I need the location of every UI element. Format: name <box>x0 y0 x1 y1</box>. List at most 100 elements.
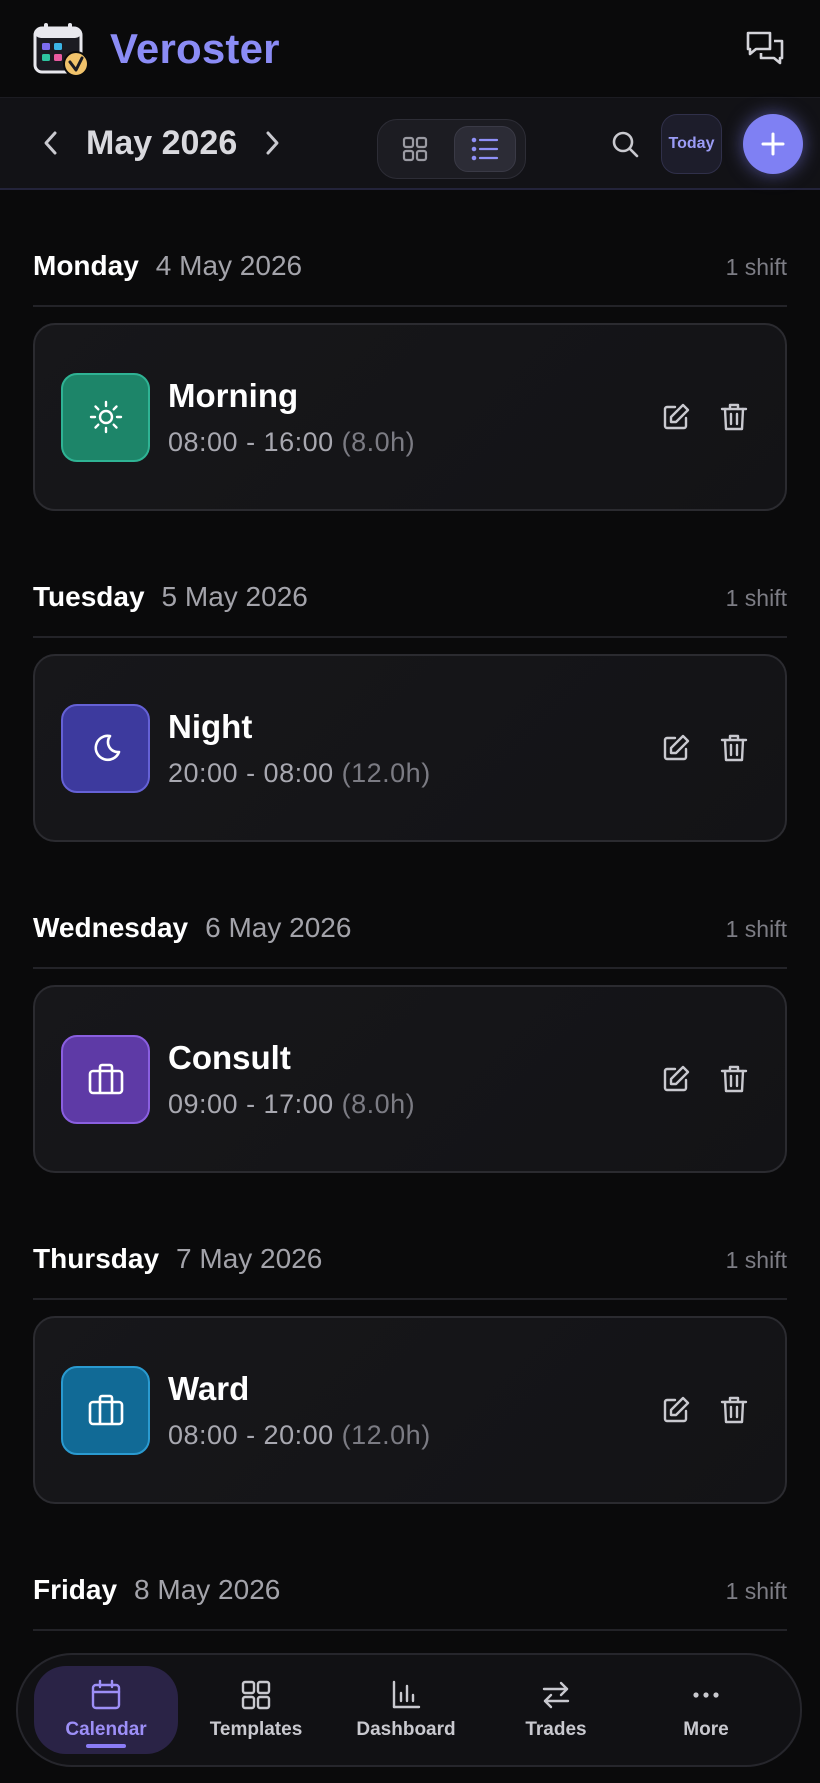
nav-calendar[interactable]: Calendar <box>34 1666 178 1754</box>
shift-name: Night <box>168 707 253 745</box>
shift-type-badge <box>61 1034 150 1124</box>
shift-card[interactable]: Consult 09:00 - 17:00 (8.0h) <box>33 985 787 1173</box>
edit-icon <box>663 1396 690 1423</box>
shift-time: 08:00 - 20:00 <box>168 1419 334 1450</box>
day-date: 5 May 2026 <box>161 581 308 612</box>
more-icon <box>693 1692 719 1698</box>
messages-button[interactable] <box>742 26 788 72</box>
shift-card[interactable]: Morning 08:00 - 16:00 (8.0h) <box>33 323 787 511</box>
day-date: 6 May 2026 <box>205 912 352 943</box>
list-icon <box>471 137 499 161</box>
shift-count: 1 shift <box>725 1247 787 1273</box>
trash-icon <box>720 1396 748 1424</box>
nav-label: More <box>683 1719 729 1740</box>
day-section: Monday 4 May 2026 1 shift Morning 08:00 … <box>33 190 787 521</box>
shift-time: 08:00 - 16:00 <box>168 426 334 457</box>
day-date: 4 May 2026 <box>155 250 303 281</box>
shift-name: Morning <box>168 376 299 414</box>
day-date: 7 May 2026 <box>176 1243 323 1274</box>
edit-shift-button[interactable] <box>659 731 693 765</box>
card-actions <box>659 1062 751 1096</box>
day-weekday: Thursday <box>33 1243 160 1274</box>
day-header: Tuesday 5 May 2026 1 shift <box>33 581 787 613</box>
shift-time-range: 20:00 - 08:00 (12.0h) <box>168 758 431 789</box>
swap-icon <box>542 1681 570 1709</box>
day-date: 8 May 2026 <box>134 1574 281 1605</box>
nav-label: Templates <box>209 1719 303 1740</box>
day-weekday: Friday <box>33 1574 118 1605</box>
delete-shift-button[interactable] <box>717 1062 751 1096</box>
chevron-right-icon <box>266 131 279 155</box>
shift-time-range: 08:00 - 20:00 (12.0h) <box>168 1420 431 1451</box>
divider <box>33 305 787 307</box>
next-month-button[interactable] <box>257 123 287 163</box>
shift-type-badge <box>61 1365 150 1455</box>
shift-count: 1 shift <box>725 1578 787 1604</box>
edit-shift-button[interactable] <box>659 1062 693 1096</box>
app-header: Veroster <box>0 0 820 98</box>
app-root: Veroster May 2026 Today Monday 4 May 202… <box>0 0 820 1783</box>
shift-info: Morning 08:00 - 16:00 (8.0h) <box>168 377 415 458</box>
nav-templates[interactable]: Templates <box>184 1666 328 1754</box>
delete-shift-button[interactable] <box>717 731 751 765</box>
active-indicator <box>86 1744 126 1748</box>
day-header: Wednesday 6 May 2026 1 shift <box>33 912 787 944</box>
card-actions <box>659 731 751 765</box>
divider <box>33 636 787 638</box>
grid-view-button[interactable] <box>384 126 446 172</box>
briefcase-icon <box>88 1063 123 1095</box>
edit-shift-button[interactable] <box>659 1393 693 1427</box>
edit-icon <box>663 1065 690 1092</box>
nav-dashboard[interactable]: Dashboard <box>334 1666 478 1754</box>
moon-icon <box>94 734 120 762</box>
trash-icon <box>720 1065 748 1093</box>
shift-card[interactable]: Ward 08:00 - 20:00 (12.0h) <box>33 1316 787 1504</box>
divider <box>33 1298 787 1300</box>
delete-shift-button[interactable] <box>717 400 751 434</box>
list-view-button[interactable] <box>454 126 516 172</box>
shift-time: 20:00 - 08:00 <box>168 757 334 788</box>
app-logo-icon <box>33 22 89 77</box>
chat-icon <box>746 31 784 64</box>
shift-list: Monday 4 May 2026 1 shift Morning 08:00 … <box>0 190 820 1783</box>
shift-count: 1 shift <box>725 916 787 942</box>
edit-icon <box>663 403 690 430</box>
shift-count: 1 shift <box>725 585 787 611</box>
nav-trades[interactable]: Trades <box>484 1666 628 1754</box>
card-actions <box>659 1393 751 1427</box>
nav-label: Calendar <box>65 1719 147 1740</box>
previous-month-button[interactable] <box>36 123 66 163</box>
day-weekday: Monday <box>33 250 139 281</box>
shift-type-badge <box>61 372 150 462</box>
delete-shift-button[interactable] <box>717 1393 751 1427</box>
shift-name: Ward <box>168 1369 250 1407</box>
chevron-left-icon <box>44 131 57 155</box>
day-weekday: Tuesday <box>33 581 145 612</box>
shift-info: Consult 09:00 - 17:00 (8.0h) <box>168 1039 415 1120</box>
edit-shift-button[interactable] <box>659 400 693 434</box>
day-header: Thursday 7 May 2026 1 shift <box>33 1243 787 1275</box>
divider <box>33 1629 787 1631</box>
add-shift-button[interactable] <box>743 114 803 174</box>
shift-info: Night 20:00 - 08:00 (12.0h) <box>168 708 431 789</box>
day-weekday: Wednesday <box>33 912 189 943</box>
calendar-icon <box>91 1679 121 1710</box>
divider <box>33 967 787 969</box>
search-button[interactable] <box>607 126 643 162</box>
shift-duration: (12.0h) <box>341 1419 431 1450</box>
search-icon <box>612 131 639 158</box>
today-button[interactable]: Today <box>661 114 722 174</box>
current-month-label[interactable]: May 2026 <box>86 124 237 163</box>
day-section: Thursday 7 May 2026 1 shift Ward 08:00 -… <box>33 1183 787 1514</box>
grid-icon <box>402 136 428 162</box>
bottom-navigation: Calendar Templates Dashboard Trades More <box>16 1653 802 1767</box>
shift-info: Ward 08:00 - 20:00 (12.0h) <box>168 1370 431 1451</box>
shift-count: 1 shift <box>725 254 787 280</box>
edit-icon <box>663 734 690 761</box>
plus-icon <box>761 132 785 156</box>
nav-more[interactable]: More <box>634 1666 778 1754</box>
shift-card[interactable]: Night 20:00 - 08:00 (12.0h) <box>33 654 787 842</box>
day-header: Friday 8 May 2026 1 shift <box>33 1574 787 1606</box>
trash-icon <box>720 734 748 762</box>
view-toggle <box>377 119 526 179</box>
